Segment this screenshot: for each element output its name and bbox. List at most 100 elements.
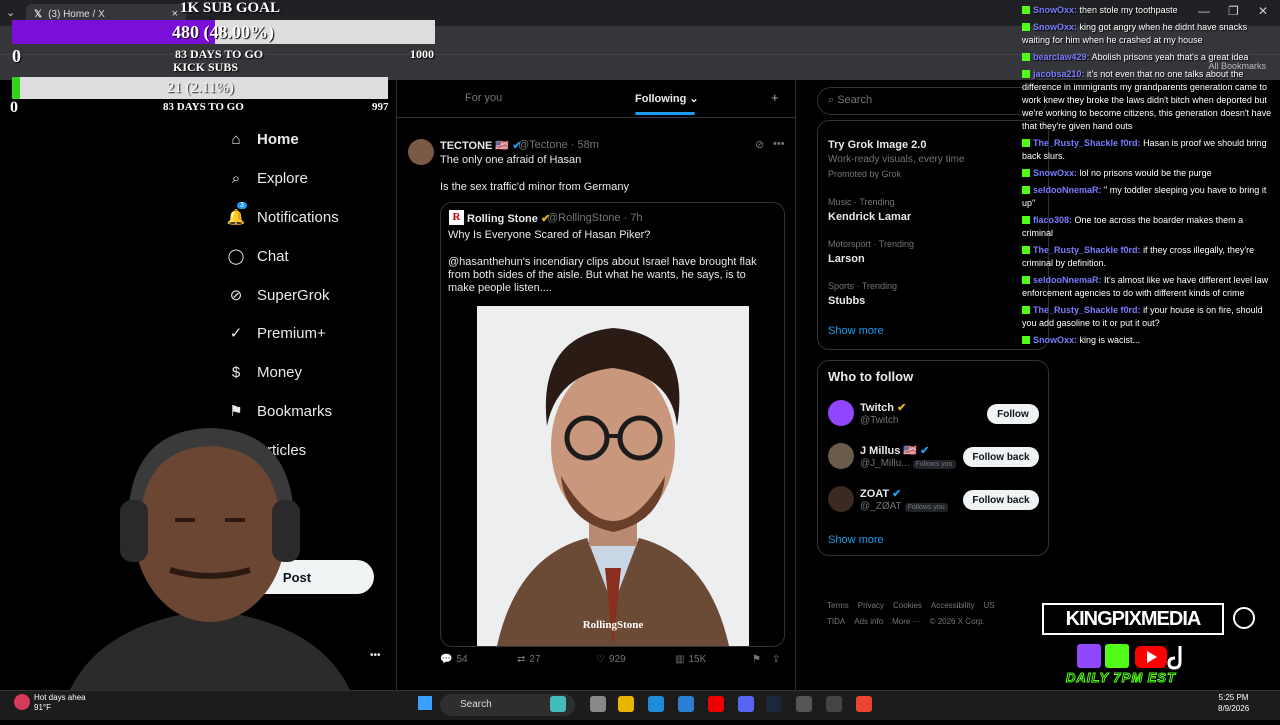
follow-avatar[interactable] (828, 486, 854, 512)
app-icon[interactable] (796, 696, 812, 712)
add-tab-icon[interactable]: + (771, 90, 779, 105)
kick-subs-progress: 21 (2.11%) (167, 80, 234, 96)
footer-link[interactable]: More ··· (892, 617, 920, 626)
weather-widget[interactable]: Hot days ahea 91°F (34, 693, 86, 713)
follow-handle-text: @Twitch (860, 415, 899, 426)
grok-icon[interactable]: ⊘ (755, 138, 764, 151)
follow-handle: @_ZØAT Follows you (860, 501, 948, 512)
trend-category: Motorsport · Trending (828, 239, 915, 249)
tab-for-you[interactable]: For you (465, 92, 502, 104)
verified-icon: ✔ (894, 402, 907, 414)
tab-close-icon[interactable]: × (172, 8, 178, 20)
chat-username: SnowOxx: (1033, 168, 1078, 178)
tweet-author-name[interactable]: TECTONE 🇺🇸 ✔ (440, 139, 521, 152)
follow-avatar[interactable] (828, 443, 854, 469)
task-view-icon[interactable] (590, 696, 606, 712)
show-more-follow[interactable]: Show more (828, 534, 884, 546)
follow-back-button[interactable]: Follow back (963, 490, 1039, 510)
rolling-stone-logo-icon: R (449, 210, 464, 225)
follow-handle-text: @J_Millu... (860, 458, 910, 469)
follow-back-button[interactable]: Follow back (963, 447, 1039, 467)
tweet-more-icon[interactable]: ••• (773, 138, 785, 150)
show-more-trends[interactable]: Show more (828, 325, 884, 337)
footer-link[interactable]: Ads info (854, 617, 883, 626)
follow-name-text[interactable]: ZOAT (860, 488, 889, 500)
trend-name[interactable]: Stubbs (828, 295, 865, 307)
footer-link[interactable]: Accessibility (931, 601, 975, 610)
quoted-photo[interactable]: RollingStone (477, 306, 749, 646)
share-button[interactable]: ⇪ (772, 654, 780, 665)
sidebar-item-money[interactable]: $ Money (227, 357, 302, 387)
search-input[interactable]: ⌕ Search (817, 87, 1047, 115)
sidebar-item-label: Premium+ (257, 324, 326, 342)
sidebar-item-chat[interactable]: ◯ Chat (227, 241, 289, 271)
sidebar-item-notifications[interactable]: 🔔 Notifications 3 (227, 202, 339, 232)
follow-avatar[interactable] (828, 400, 854, 426)
kick-badge-icon (1022, 53, 1030, 61)
footer-link[interactable]: Privacy (858, 601, 884, 610)
tab-following[interactable]: Following ⌄ (635, 92, 699, 105)
follow-name[interactable]: Twitch ✔ (860, 401, 906, 414)
search-placeholder: Search (837, 94, 873, 106)
sidebar-item-label: Explore (257, 169, 308, 187)
chat-username: seldooNnemaR: (1033, 275, 1102, 285)
reply-button[interactable]: 💬 54 (440, 654, 468, 665)
copilot-icon[interactable] (550, 696, 566, 712)
chat-message: SnowOxx: lol no prisons would be the pur… (1022, 167, 1274, 180)
tweet-text-line1: The only one afraid of Hasan (440, 154, 582, 166)
repost-button[interactable]: ⇄ 27 (517, 654, 541, 665)
footer-links: Terms Privacy Cookies Accessibility US TIDA A… (827, 598, 1037, 630)
sidebar-item-explore[interactable]: ⌕ Explore (227, 163, 308, 193)
tweet-author-handle[interactable]: @Tectone · 58m (518, 139, 599, 151)
youtube-icon[interactable] (708, 696, 724, 712)
footer-link[interactable]: Terms (827, 601, 849, 610)
dollar-icon: $ (231, 363, 241, 381)
chat-username: SnowOxx: (1033, 335, 1078, 345)
bookmark-button[interactable]: ⚑ (752, 654, 761, 665)
tab-search-icon[interactable]: ⌄ (6, 6, 15, 19)
sub-goal-min: 0 (12, 46, 21, 66)
trend-name[interactable]: Kendrick Lamar (828, 211, 911, 223)
obs-icon[interactable] (826, 696, 842, 712)
kick-subs-title: KICK SUBS (173, 60, 239, 74)
quoted-author-name[interactable]: Rolling Stone ✔ (467, 212, 550, 225)
tweet-author-name-text[interactable]: TECTONE 🇺🇸 (440, 140, 509, 152)
follow-name[interactable]: ZOAT ✔ (860, 487, 901, 500)
steam-icon[interactable] (766, 696, 782, 712)
follow-name-text[interactable]: Twitch (860, 402, 894, 414)
chat-message: flaco308: One toe across the boarder mak… (1022, 214, 1274, 240)
like-button[interactable]: ♡ 929 (596, 654, 626, 665)
chat-text: lol no prisons would be the purge (1079, 168, 1212, 178)
quoted-author-handle[interactable]: @RollingStone · 7h (547, 212, 643, 224)
sidebar-item-supergrok[interactable]: ⊘ SuperGrok (227, 280, 330, 310)
footer-link[interactable]: © 2026 X Corp. (930, 617, 985, 626)
store-icon[interactable] (678, 696, 694, 712)
sidebar-item-home[interactable]: ⌂ Home (227, 124, 298, 154)
follow-button[interactable]: Follow (987, 404, 1039, 424)
quoted-title: Why Is Everyone Scared of Hasan Piker? (448, 229, 651, 241)
views-button[interactable]: ▥ 15K (675, 654, 706, 665)
chat-message: SnowOxx: then stole my toothpaste (1022, 4, 1274, 17)
promo-title[interactable]: Try Grok Image 2.0 (828, 139, 926, 151)
heart-icon: ♡ (596, 654, 605, 665)
quoted-body: @hasanthehun's incendiary clips about Is… (448, 256, 757, 294)
trend-category: Sports · Trending (828, 281, 898, 291)
sidebar-item-premium[interactable]: ✓ Premium+ (227, 318, 326, 348)
chrome-icon[interactable] (856, 696, 872, 712)
weather-icon[interactable] (14, 694, 30, 710)
follow-name[interactable]: J Millus 🇺🇸 ✔ (860, 444, 929, 457)
kick-badge-icon (1022, 186, 1030, 194)
tweet-author-avatar[interactable] (408, 139, 434, 165)
discord-icon[interactable] (738, 696, 754, 712)
kick-badge-icon (1022, 139, 1030, 147)
start-icon[interactable] (418, 696, 432, 710)
follows-you-badge: Follows you (904, 503, 948, 512)
quoted-author-name-text[interactable]: Rolling Stone (467, 213, 538, 225)
chat-icon: ◯ (227, 248, 245, 265)
file-explorer-icon[interactable] (618, 696, 634, 712)
footer-link[interactable]: Cookies (893, 601, 922, 610)
follow-name-text[interactable]: J Millus 🇺🇸 (860, 445, 917, 457)
taskbar-clock[interactable]: 5:25 PM 8/9/2026 (1218, 692, 1249, 714)
edge-icon[interactable] (648, 696, 664, 712)
trend-name[interactable]: Larson (828, 253, 865, 265)
